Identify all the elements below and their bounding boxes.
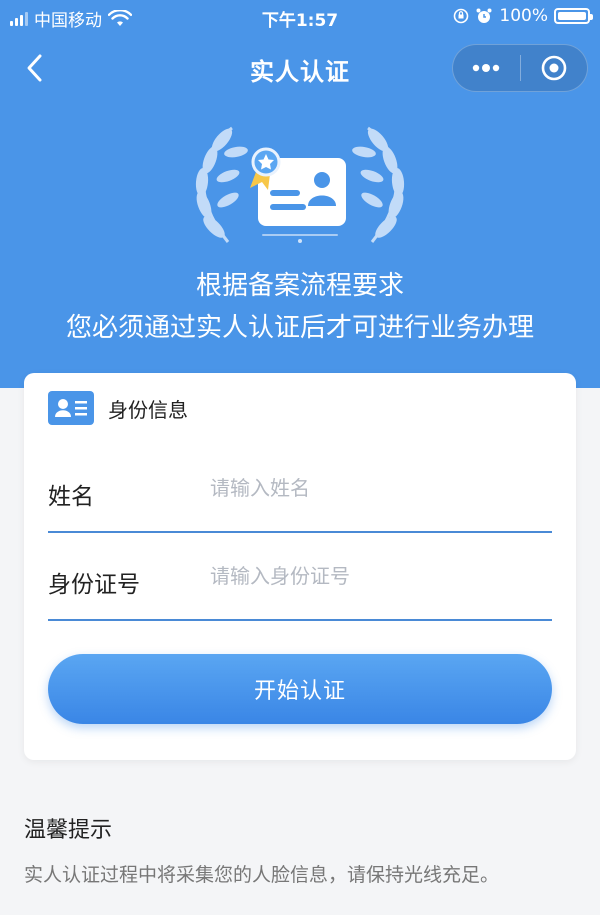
name-input[interactable] [208,467,542,509]
right-laurel-icon [352,126,405,243]
more-dots-icon [473,64,500,72]
hero-line-1: 根据备案流程要求 [195,271,404,301]
status-right: 100% [453,6,593,26]
id-card-icon [48,391,94,425]
target-close-icon [541,55,567,81]
close-mini-program-button[interactable] [521,45,588,91]
id-number-label: 身份证号 [48,572,140,598]
start-verification-button[interactable]: 开始认证 [48,654,552,724]
left-laurel-icon [195,126,248,243]
identity-card-form: 身份信息 姓名 身份证号 开始认证 [24,373,576,760]
rotation-lock-icon [454,8,469,24]
name-row: 姓名 [48,445,552,533]
alarm-icon [476,8,492,23]
id-card-badge-illustration [195,126,405,243]
id-number-input[interactable] [208,555,542,597]
battery-icon [554,8,593,24]
tips-title: 温馨提示 [24,818,113,843]
tips-text: 实人认证过程中将采集您的人脸信息，请保持光线充足。 [24,864,500,886]
id-number-row: 身份证号 [48,533,552,621]
hero-line-2: 您必须通过实人认证后才可进行业务办理 [65,313,534,343]
hero-message: 根据备案流程要求 您必须通过实人认证后才可进行业务办理 [0,265,600,349]
status-bar: 中国移动 下午1:57 100% [0,0,600,34]
name-label: 姓名 [48,484,94,510]
section-title: 身份信息 [108,397,188,422]
battery-percent: 100% [499,6,548,26]
card-header: 身份信息 [48,391,188,425]
navigation-bar: 实人认证 [0,38,600,98]
more-button[interactable] [453,45,520,91]
mini-program-capsule [452,44,588,92]
